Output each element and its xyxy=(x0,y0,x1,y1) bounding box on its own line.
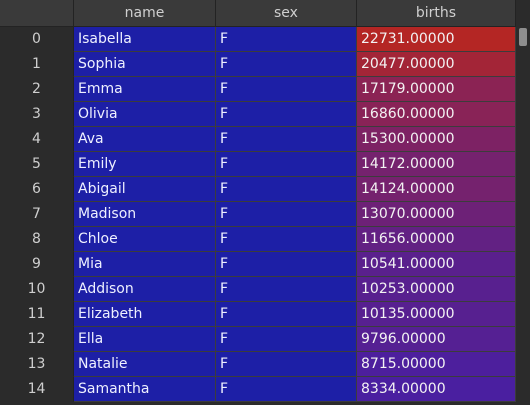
table-row[interactable]: 6 Abigail F 14124.00000 xyxy=(0,177,516,202)
column-header-sex[interactable]: sex xyxy=(216,0,357,26)
row-index[interactable]: 12 xyxy=(0,327,74,352)
cell-births[interactable]: 8715.00000 xyxy=(357,352,516,377)
cell-name[interactable]: Emily xyxy=(74,152,216,177)
table-row[interactable]: 8 Chloe F 11656.00000 xyxy=(0,227,516,252)
cell-births[interactable]: 15300.00000 xyxy=(357,127,516,152)
cell-name[interactable]: Emma xyxy=(74,77,216,102)
cell-name[interactable]: Madison xyxy=(74,202,216,227)
cell-births[interactable]: 8334.00000 xyxy=(357,377,516,402)
table-row[interactable]: 11 Elizabeth F 10135.00000 xyxy=(0,302,516,327)
cell-name[interactable]: Mia xyxy=(74,252,216,277)
dataframe-table: name sex births 0 Isabella F 22731.00000 1 So… xyxy=(0,0,516,405)
row-index[interactable]: 11 xyxy=(0,302,74,327)
vertical-scrollbar[interactable] xyxy=(516,0,530,405)
cell-sex[interactable]: F xyxy=(216,252,357,277)
table-header-row: name sex births xyxy=(0,0,516,27)
cell-sex[interactable]: F xyxy=(216,102,357,127)
cell-births[interactable]: 22731.00000 xyxy=(357,27,516,52)
cell-sex[interactable]: F xyxy=(216,277,357,302)
scrollbar-thumb[interactable] xyxy=(519,28,527,46)
cell-name[interactable]: Sophia xyxy=(74,52,216,77)
cell-births[interactable]: 10253.00000 xyxy=(357,277,516,302)
cell-name[interactable]: Olivia xyxy=(74,102,216,127)
cell-births[interactable]: 13070.00000 xyxy=(357,202,516,227)
cell-births[interactable]: 14172.00000 xyxy=(357,152,516,177)
table-row[interactable]: 5 Emily F 14172.00000 xyxy=(0,152,516,177)
cell-births[interactable]: 10541.00000 xyxy=(357,252,516,277)
row-index[interactable]: 10 xyxy=(0,277,74,302)
cell-sex[interactable]: F xyxy=(216,377,357,402)
table-row[interactable]: 10 Addison F 10253.00000 xyxy=(0,277,516,302)
cell-name[interactable]: Isabella xyxy=(74,27,216,52)
cell-sex[interactable]: F xyxy=(216,352,357,377)
cell-births[interactable]: 9796.00000 xyxy=(357,327,516,352)
table-row[interactable]: 13 Natalie F 8715.00000 xyxy=(0,352,516,377)
row-index[interactable]: 9 xyxy=(0,252,74,277)
cell-name[interactable]: Addison xyxy=(74,277,216,302)
table-row[interactable]: 14 Samantha F 8334.00000 xyxy=(0,377,516,402)
table-row[interactable]: 0 Isabella F 22731.00000 xyxy=(0,27,516,52)
cell-sex[interactable]: F xyxy=(216,202,357,227)
row-index[interactable]: 4 xyxy=(0,127,74,152)
cell-sex[interactable]: F xyxy=(216,27,357,52)
cell-name[interactable]: Abigail xyxy=(74,177,216,202)
cell-births[interactable]: 11656.00000 xyxy=(357,227,516,252)
row-index[interactable]: 2 xyxy=(0,77,74,102)
cell-sex[interactable]: F xyxy=(216,302,357,327)
cell-sex[interactable]: F xyxy=(216,77,357,102)
table-row[interactable]: 3 Olivia F 16860.00000 xyxy=(0,102,516,127)
row-index[interactable]: 14 xyxy=(0,377,74,402)
row-index[interactable]: 1 xyxy=(0,52,74,77)
cell-births[interactable]: 16860.00000 xyxy=(357,102,516,127)
table-row[interactable]: 9 Mia F 10541.00000 xyxy=(0,252,516,277)
row-index[interactable]: 6 xyxy=(0,177,74,202)
table-row[interactable]: 4 Ava F 15300.00000 xyxy=(0,127,516,152)
cell-name[interactable]: Ava xyxy=(74,127,216,152)
cell-name[interactable]: Samantha xyxy=(74,377,216,402)
column-header-births[interactable]: births xyxy=(357,0,516,26)
cell-name[interactable]: Chloe xyxy=(74,227,216,252)
table-row[interactable]: 2 Emma F 17179.00000 xyxy=(0,77,516,102)
cell-name[interactable]: Natalie xyxy=(74,352,216,377)
cell-sex[interactable]: F xyxy=(216,52,357,77)
column-header-name[interactable]: name xyxy=(74,0,216,26)
row-index[interactable]: 8 xyxy=(0,227,74,252)
cell-sex[interactable]: F xyxy=(216,327,357,352)
cell-births[interactable]: 20477.00000 xyxy=(357,52,516,77)
table-row[interactable]: 1 Sophia F 20477.00000 xyxy=(0,52,516,77)
table-row[interactable]: 7 Madison F 13070.00000 xyxy=(0,202,516,227)
row-index[interactable]: 7 xyxy=(0,202,74,227)
row-index[interactable]: 13 xyxy=(0,352,74,377)
cell-births[interactable]: 17179.00000 xyxy=(357,77,516,102)
table-row[interactable]: 12 Ella F 9796.00000 xyxy=(0,327,516,352)
cell-births[interactable]: 14124.00000 xyxy=(357,177,516,202)
cell-sex[interactable]: F xyxy=(216,177,357,202)
column-header-index[interactable] xyxy=(0,0,74,26)
row-index[interactable]: 3 xyxy=(0,102,74,127)
cell-sex[interactable]: F xyxy=(216,227,357,252)
row-index[interactable]: 0 xyxy=(0,27,74,52)
cell-births[interactable]: 10135.00000 xyxy=(357,302,516,327)
cell-name[interactable]: Elizabeth xyxy=(74,302,216,327)
cell-sex[interactable]: F xyxy=(216,127,357,152)
cell-name[interactable]: Ella xyxy=(74,327,216,352)
table-body: 0 Isabella F 22731.00000 1 Sophia F 20477.00000… xyxy=(0,27,516,402)
cell-sex[interactable]: F xyxy=(216,152,357,177)
row-index[interactable]: 5 xyxy=(0,152,74,177)
